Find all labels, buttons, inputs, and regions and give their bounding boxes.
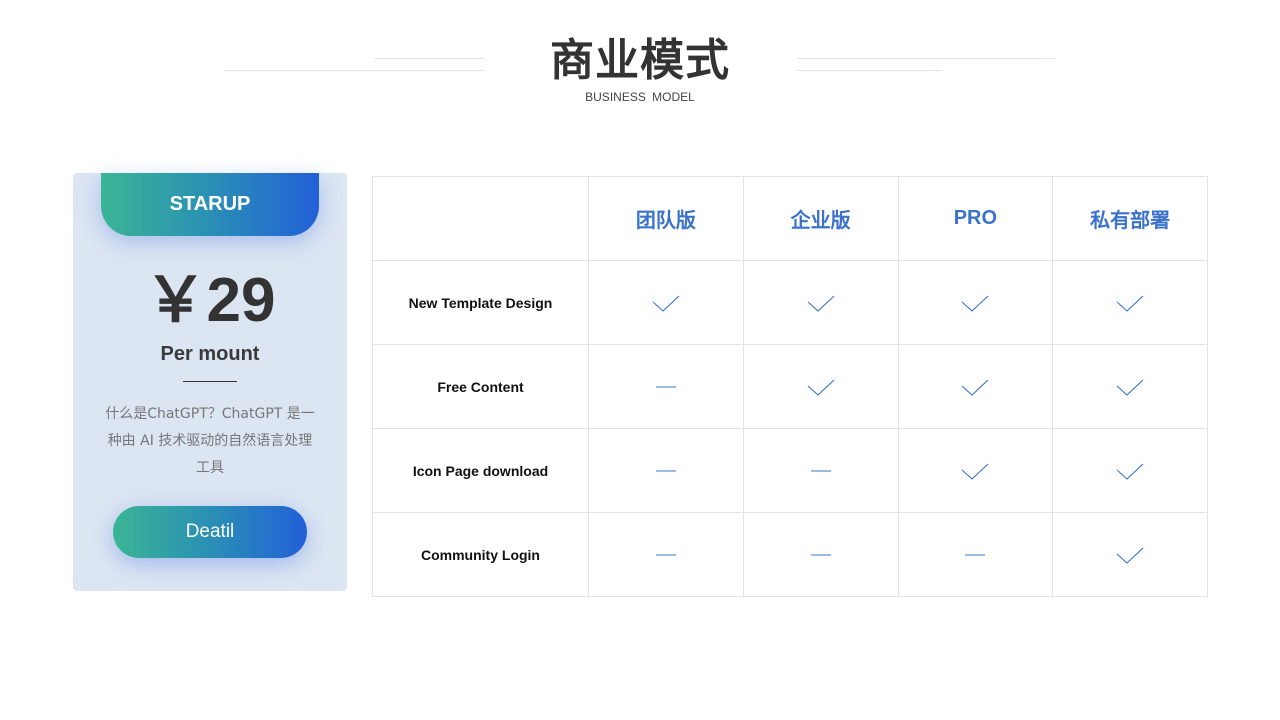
plan-period: Per mount [160,343,260,365]
plan-ribbon: STARUP [101,173,319,236]
check-icon [962,463,989,480]
feature-cell [1052,344,1208,429]
feature-cell [742,512,899,597]
feature-cell [742,344,899,429]
plan-description: 什么是ChatGPT？ChatGPT 是一种由 AI 技术驱动的自然语言处理工具 [105,406,315,476]
feature-cell [1052,260,1208,345]
dash-icon [655,469,676,472]
table-body: New Template Design Free Content Icon Pa… [372,260,1208,597]
check-icon [807,379,835,396]
dash-icon [810,553,831,556]
detail-button[interactable]: Deatil [113,506,307,558]
feature-cell [588,344,744,429]
feature-cell [897,260,1054,345]
comparison-table: 团队版 企业版 PRO 私有部署 New Template Design Fre… [372,176,1208,597]
check-icon [1116,295,1144,312]
feature-cell [742,260,899,345]
feature-label: Icon Page download [372,428,589,513]
check-icon [962,295,989,312]
table-row: New Template Design [372,260,1208,345]
check-icon [1116,547,1144,564]
feature-cell [897,428,1054,513]
check-icon [962,379,989,396]
feature-cell [897,344,1054,429]
table-header-empty [372,176,589,261]
column-header-pro: PRO [897,176,1054,261]
feature-cell [588,428,744,513]
check-icon [1116,379,1144,396]
plan-price: ￥29 [144,266,276,335]
dash-icon [965,553,986,556]
feature-cell [1052,512,1208,597]
page-subtitle: BUSINESS MODEL [585,90,695,104]
feature-cell [897,512,1054,597]
feature-label: New Template Design [372,260,589,345]
column-header-team: 团队版 [588,176,744,261]
plan-card: STARUP ￥29 Per mount 什么是ChatGPT？ChatGPT … [73,173,347,591]
table-row: Community Login [372,512,1208,597]
feature-label: Free Content [372,344,589,429]
dash-icon [655,385,676,388]
check-icon [1116,463,1144,480]
table-header-row: 团队版 企业版 PRO 私有部署 [372,176,1208,261]
feature-cell [588,512,744,597]
check-icon [807,295,835,312]
feature-cell [1052,428,1208,513]
column-header-private: 私有部署 [1052,176,1208,261]
feature-cell [742,428,899,513]
plan-divider [183,381,237,382]
table-row: Icon Page download [372,428,1208,513]
check-icon [652,295,680,312]
dash-icon [810,469,831,472]
table-row: Free Content [372,344,1208,429]
column-header-enterprise: 企业版 [742,176,899,261]
dash-icon [655,553,676,556]
page-title: 商业模式 [550,35,730,86]
feature-label: Community Login [372,512,589,597]
feature-cell [588,260,744,345]
